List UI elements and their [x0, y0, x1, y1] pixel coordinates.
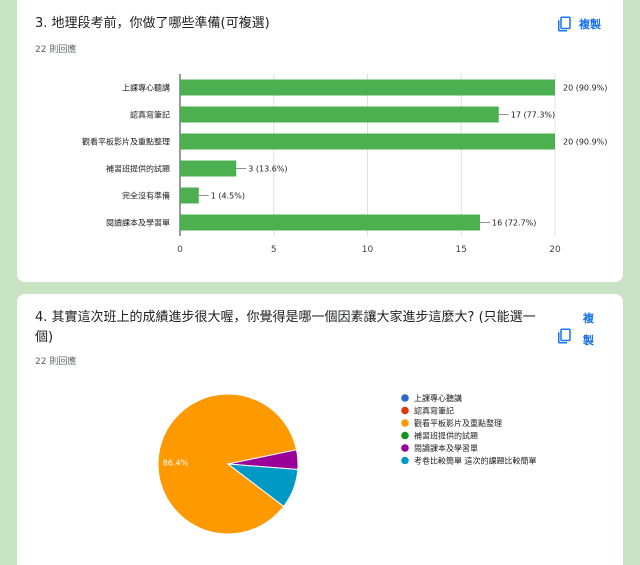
- bar: [180, 106, 499, 123]
- category-label: 上課專心聽講: [122, 83, 170, 93]
- legend-label: 閱讀課本及學習單: [414, 443, 478, 453]
- pie-chart: 86.4% 上課專心聽講認真寫筆記觀看平板影片及重點整理補習班提供的試題閱讀課本及…: [157, 393, 537, 535]
- legend-label: 上課專心聽講: [414, 393, 462, 403]
- category-label: 完全沒有準備: [122, 191, 170, 201]
- data-label: 20 (90.9%): [563, 138, 607, 147]
- legend-label: 認真寫筆記: [414, 406, 454, 416]
- bar: [180, 214, 480, 231]
- bar: [180, 133, 555, 150]
- legend-marker: [401, 444, 409, 452]
- data-label: 16 (72.7%): [492, 219, 536, 228]
- x-tick-label: 5: [271, 245, 277, 255]
- legend-marker: [401, 406, 409, 415]
- bar: [180, 79, 555, 96]
- bar: [180, 160, 237, 177]
- bar-chart: 0 5 10 15 20 上課專心聽講 20 (90.9%) 認真寫筆記 17 (77.3%) 觀…: [82, 74, 607, 255]
- legend-marker: [401, 456, 409, 465]
- legend-marker: [401, 419, 409, 427]
- legend-label: 觀看平板影片及重點整理: [414, 418, 502, 428]
- data-label: 3 (13.6%): [248, 165, 287, 174]
- x-tick-label: 20: [549, 245, 561, 255]
- legend-marker: [401, 394, 409, 402]
- legend-label: 考卷比較簡單 這次的課題比較簡單: [414, 456, 537, 466]
- data-label: 17 (77.3%): [511, 111, 555, 120]
- x-tick-label: 0: [177, 245, 183, 255]
- slice-label: 86.4%: [163, 458, 189, 467]
- x-tick-label: 10: [362, 245, 374, 255]
- legend-marker: [401, 431, 409, 440]
- bar: [180, 187, 199, 204]
- category-label: 認真寫筆記: [130, 110, 170, 120]
- data-label: 20 (90.9%): [563, 84, 607, 93]
- legend-label: 補習班提供的試題: [414, 431, 478, 441]
- x-tick-label: 15: [456, 245, 467, 255]
- data-label: 1 (4.5%): [211, 192, 245, 201]
- question-card-4: 4. 其實這次班上的成績進步很大喔，你覺得是哪一個因素讓大家進步這麼大? (只能…: [17, 294, 623, 565]
- category-label: 觀看平板影片及重點整理: [82, 137, 170, 147]
- category-label: 補習班提供的試題: [106, 164, 170, 174]
- question-card-3: 3. 地理段考前，你做了哪些準備(可複選) 22 則回應 複製 0 5 10 15 20…: [17, 0, 623, 282]
- category-label: 閱讀課本及學習單: [106, 218, 170, 228]
